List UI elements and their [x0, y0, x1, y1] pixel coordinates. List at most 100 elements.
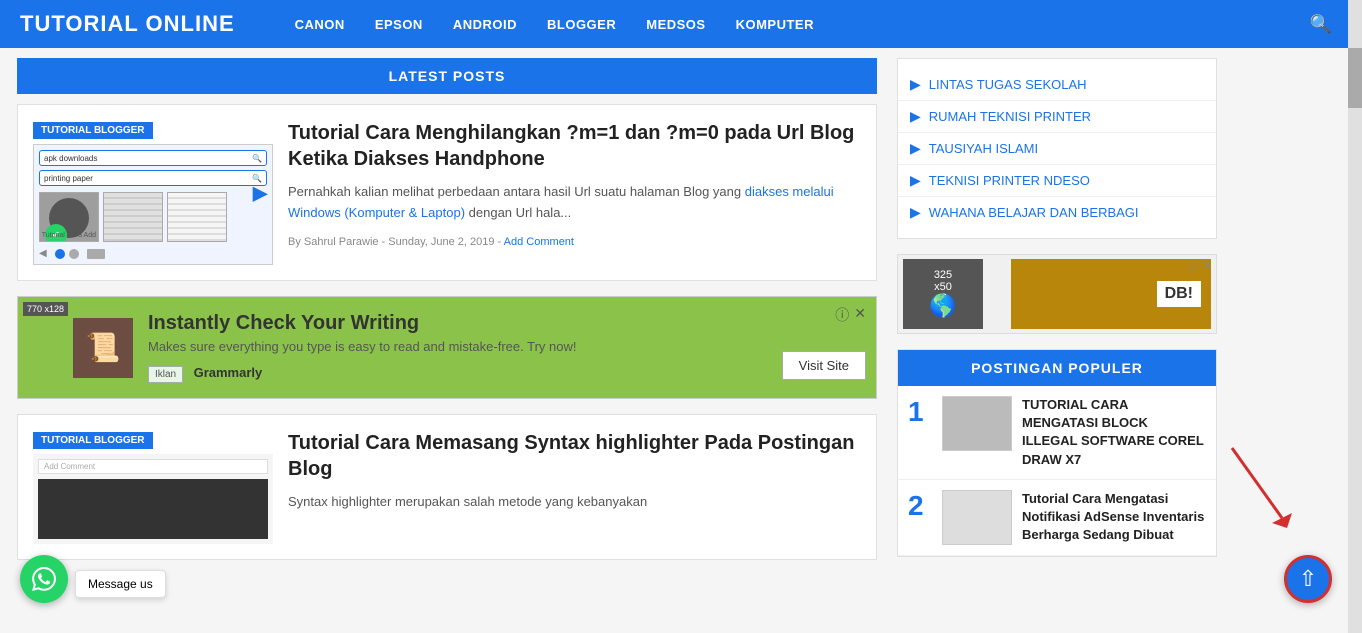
search-icon[interactable]: 🔍	[1310, 14, 1332, 35]
post-title-1[interactable]: Tutorial Cara Menghilangkan ?m=1 dan ?m=…	[288, 120, 861, 172]
sidebar-link-label-5: WAHANA BELAJAR DAN BERBAGI	[929, 205, 1139, 220]
thumb-search-icon-1: 🔍	[252, 154, 262, 163]
popular-title-2[interactable]: Tutorial Cara Mengatasi Notifikasi AdSen…	[1022, 490, 1206, 545]
sidebar-link-5[interactable]: ▶ WAHANA BELAJAR DAN BERBAGI	[898, 197, 1216, 228]
sidebar-ad: 325 x50 🌎 DB! ⓘ ✕	[897, 254, 1217, 334]
thumb-inner-2: Add Comment	[33, 454, 273, 544]
sidebar-ad-right: DB!	[1011, 259, 1211, 329]
post-title-2[interactable]: Tutorial Cara Memasang Syntax highlighte…	[288, 430, 861, 482]
post-badge-2: TUTORIAL BLOGGER	[33, 432, 153, 449]
thumb-dot-2	[69, 249, 79, 259]
thumb-search-text-2: printing paper	[44, 174, 93, 183]
ad-info-icon[interactable]: ⓘ	[835, 305, 849, 325]
sidebar-links-card: ▶ LINTAS TUGAS SEKOLAH ▶ RUMAH TEKNISI P…	[897, 58, 1217, 239]
whatsapp-float-button[interactable]	[20, 555, 68, 603]
thumb-prev-arrow[interactable]: ◀	[39, 248, 47, 259]
thumb-nav: ◀	[39, 248, 267, 259]
sidebar-link-4[interactable]: ▶ TEKNISI PRINTER NDESO	[898, 165, 1216, 197]
thumb-image-doc1	[103, 192, 163, 242]
ad-icon-area: 📜	[73, 318, 133, 378]
post-body-1: Tutorial Cara Menghilangkan ?m=1 dan ?m=…	[288, 120, 861, 265]
post-card-1: TUTORIAL BLOGGER apk downloads 🔍 printin…	[17, 104, 877, 281]
sidebar-arrow-icon-4: ▶	[910, 172, 921, 189]
thumb-search-bar-2: printing paper 🔍	[39, 170, 267, 186]
popular-title-1[interactable]: TUTORIAL CARA MENGATASI BLOCK ILLEGAL SO…	[1022, 396, 1206, 469]
sidebar-link-label-4: TEKNISI PRINTER NDESO	[929, 173, 1090, 188]
post-excerpt-1: Pernahkah kalian melihat perbedaan antar…	[288, 182, 861, 224]
sidebar-ad-size: 325	[934, 269, 952, 281]
thumbnail-inner-1: apk downloads 🔍 printing paper 🔍 ✔ Tutor…	[33, 144, 273, 265]
popular-header: POSTINGAN POPULER	[898, 350, 1216, 386]
sidebar-arrow-icon-3: ▶	[910, 140, 921, 157]
thumb-comment-box: Add Comment	[38, 459, 268, 474]
thumb-right-arrow[interactable]: ▶	[253, 180, 268, 205]
sidebar-arrow-icon-5: ▶	[910, 204, 921, 221]
sidebar-link-3[interactable]: ▶ TAUSIYAH ISLAMI	[898, 133, 1216, 165]
latest-posts-banner: LATEST POSTS	[17, 58, 877, 94]
whatsapp-message-bubble: Message us	[75, 570, 166, 598]
main-nav: CANON EPSON ANDROID BLOGGER MEDSOS KOMPU…	[295, 17, 1342, 32]
ad-brand: Grammarly	[194, 365, 263, 380]
ad-badge: Iklan	[148, 366, 183, 383]
site-title: TUTORIAL ONLINE	[20, 11, 235, 37]
scroll-top-icon: ⇧	[1299, 566, 1317, 592]
sidebar-link-label-3: TAUSIYAH ISLAMI	[929, 141, 1038, 156]
nav-epson[interactable]: EPSON	[375, 17, 423, 32]
sidebar-link-label-2: RUMAH TEKNISI PRINTER	[929, 109, 1091, 124]
nav-medsos[interactable]: MEDSOS	[646, 17, 705, 32]
main-content: LATEST POSTS TUTORIAL BLOGGER apk downlo…	[7, 48, 887, 585]
sidebar-arrow-icon-2: ▶	[910, 108, 921, 125]
sidebar: ▶ LINTAS TUGAS SEKOLAH ▶ RUMAH TEKNISI P…	[887, 48, 1227, 585]
popular-number-1: 1	[908, 396, 932, 428]
ad-title: Instantly Check Your Writing	[148, 312, 861, 335]
post-meta-1: By Sahrul Parawie - Sunday, June 2, 2019…	[288, 236, 861, 248]
post-date-1: Sunday, June 2, 2019	[388, 236, 494, 248]
nav-blogger[interactable]: BLOGGER	[547, 17, 616, 32]
post-excerpt-2: Syntax highlighter merupakan salah metod…	[288, 492, 861, 513]
post-author-1: Sahrul Parawie	[304, 236, 379, 248]
site-header: TUTORIAL ONLINE CANON EPSON ANDROID BLOG…	[0, 0, 1362, 48]
post-body-2: Tutorial Cara Memasang Syntax highlighte…	[288, 430, 861, 544]
post-thumbnail-1: TUTORIAL BLOGGER apk downloads 🔍 printin…	[33, 120, 273, 265]
thumb-dot-1	[55, 249, 65, 259]
nav-canon[interactable]: CANON	[295, 17, 345, 32]
popular-thumb-2	[942, 490, 1012, 545]
sidebar-link-label-1: LINTAS TUGAS SEKOLAH	[929, 77, 1087, 92]
ad-icon: 📜	[86, 331, 121, 364]
thumb-image-doc2	[167, 192, 227, 242]
whatsapp-icon	[32, 567, 56, 591]
sidebar-link-1[interactable]: ▶ LINTAS TUGAS SEKOLAH	[898, 69, 1216, 101]
post-card-2: TUTORIAL BLOGGER Add Comment Tutorial Ca…	[17, 414, 877, 560]
scroll-to-top-button[interactable]: ⇧	[1284, 555, 1332, 603]
thumb-search-text-1: apk downloads	[44, 154, 97, 163]
sidebar-ad-close-icon[interactable]: ✕	[1203, 259, 1212, 275]
post-comment-link-1[interactable]: Add Comment	[504, 236, 574, 248]
post-thumbnail-2: TUTORIAL BLOGGER Add Comment	[33, 430, 273, 544]
nav-android[interactable]: ANDROID	[453, 17, 517, 32]
ad-close-icons: ⓘ ✕	[835, 305, 866, 325]
annotation-arrow-svg	[1222, 438, 1302, 538]
db-badge: DB!	[1157, 281, 1201, 307]
scrollbar-thumb[interactable]	[1348, 48, 1362, 108]
thumb-images-row: ✔ Tutorial Cara Add	[39, 192, 267, 242]
thumb-image-person: ✔ Tutorial Cara Add	[39, 192, 99, 242]
ad-text-area: Instantly Check Your Writing Makes sure …	[148, 312, 861, 383]
nav-komputer[interactable]: KOMPUTER	[736, 17, 814, 32]
thumb-dots	[55, 249, 79, 259]
page-wrapper: LATEST POSTS TUTORIAL BLOGGER apk downlo…	[7, 48, 1355, 585]
popular-number-2: 2	[908, 490, 932, 522]
visit-site-button[interactable]: Visit Site	[782, 351, 866, 380]
sidebar-ad-info-icon[interactable]: ⓘ	[1188, 259, 1199, 275]
excerpt-link-1[interactable]: diakses melalui Windows (Komputer & Lapt…	[288, 184, 834, 220]
popular-body-2: Tutorial Cara Mengatasi Notifikasi AdSen…	[1022, 490, 1206, 545]
latest-posts-label: LATEST POSTS	[389, 68, 506, 84]
sidebar-ad-icons: ⓘ ✕	[1188, 259, 1212, 275]
sidebar-link-2[interactable]: ▶ RUMAH TEKNISI PRINTER	[898, 101, 1216, 133]
popular-item-1: 1 TUTORIAL CARA MENGATASI BLOCK ILLEGAL …	[898, 386, 1216, 480]
thumb-dark-area	[38, 479, 268, 539]
ad-close-icon[interactable]: ✕	[854, 305, 866, 325]
sidebar-ad-left: 325 x50 🌎	[903, 259, 983, 329]
thumb-search-bar-1: apk downloads 🔍	[39, 150, 267, 166]
scrollbar[interactable]	[1348, 0, 1362, 633]
post-badge-1: TUTORIAL BLOGGER	[33, 122, 153, 139]
